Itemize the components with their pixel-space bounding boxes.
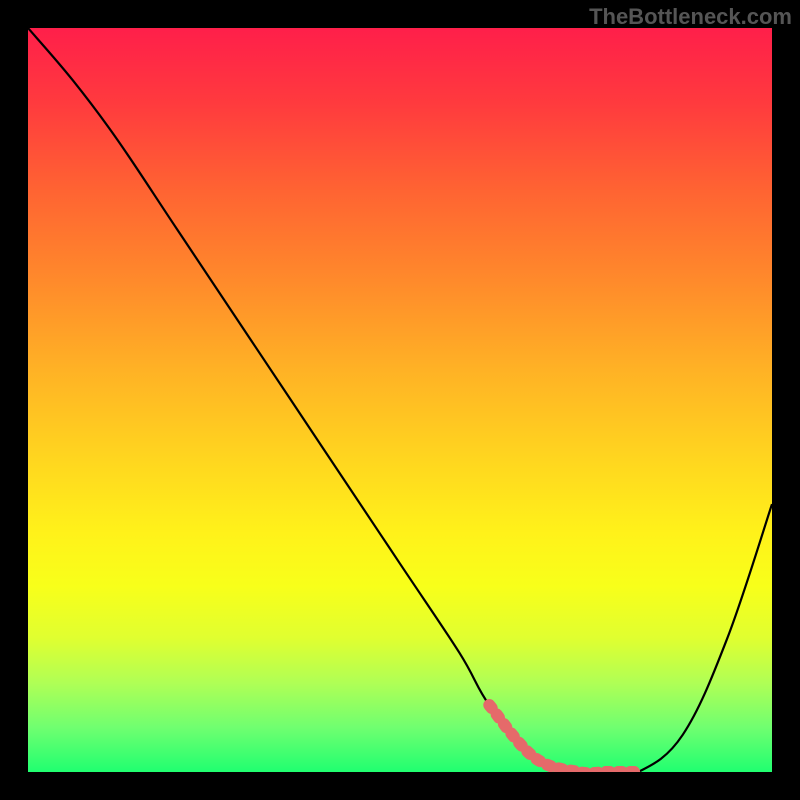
curve-layer [28, 28, 772, 772]
plot-area [28, 28, 772, 772]
main-curve [28, 28, 772, 772]
flat-highlight [489, 705, 638, 772]
watermark-text: TheBottleneck.com [589, 4, 792, 30]
chart-container: TheBottleneck.com [0, 0, 800, 800]
